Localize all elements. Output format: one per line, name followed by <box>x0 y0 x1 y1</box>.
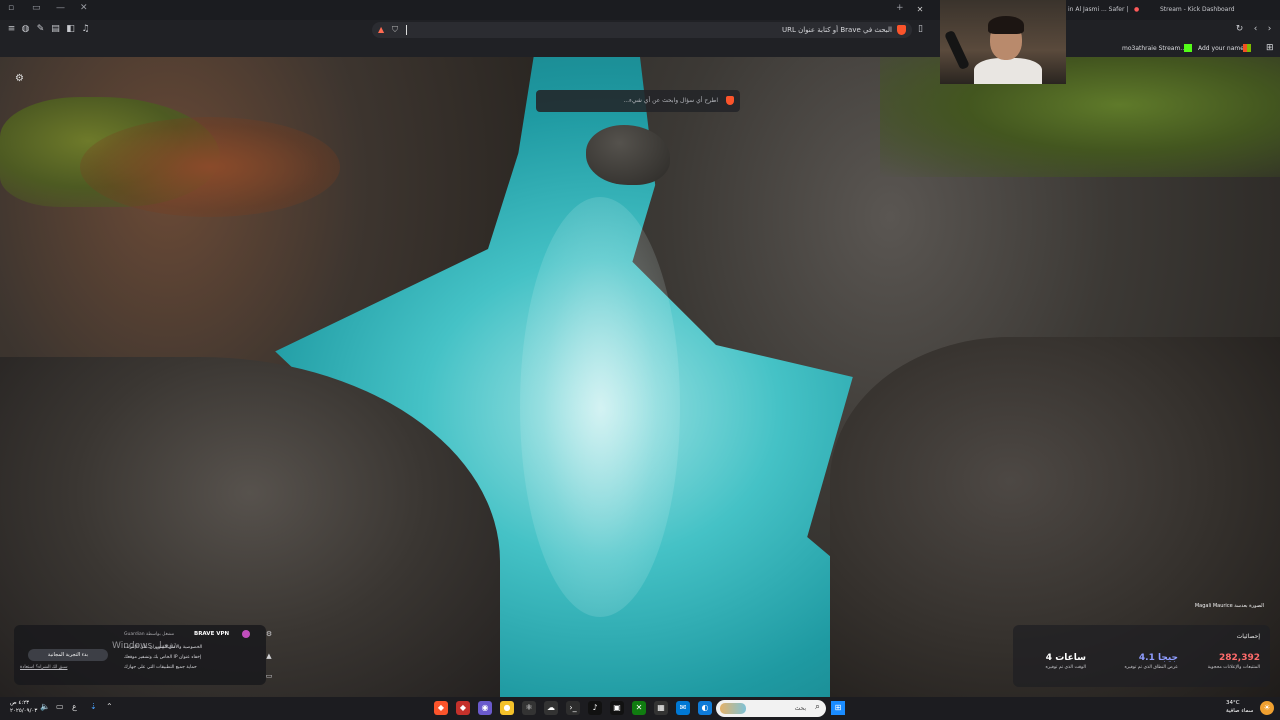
extensions-icon[interactable]: ✎ <box>35 24 46 35</box>
brave-nightly-taskbar-icon[interactable]: ◆ <box>456 701 470 715</box>
stat-label: عرض النطاق الذي تم توفيره <box>1124 665 1178 670</box>
reload-icon[interactable]: ↻ <box>1234 24 1245 35</box>
stats-title: إحصائيات <box>1236 633 1260 640</box>
cloud-taskbar-icon[interactable]: ☁ <box>544 701 558 715</box>
terminal-taskbar-icon[interactable]: ›_ <box>566 701 580 715</box>
vpn-logo-icon <box>242 630 250 638</box>
stats-widget: إحصائيات 282,392 المتتبعات والإعلانات مح… <box>1013 625 1270 687</box>
window-restore-icon[interactable]: ▭ <box>32 3 41 13</box>
chrome-canary-taskbar-icon[interactable]: ● <box>500 701 514 715</box>
show-hidden-icons[interactable]: ⌃ <box>106 702 113 711</box>
tiktok-taskbar-icon[interactable]: ♪ <box>588 701 602 715</box>
wallpaper-river-canyon <box>0 57 1280 697</box>
volume-icon[interactable]: 🔈 <box>40 702 50 711</box>
brave-search-icon <box>726 96 734 105</box>
vpn-feature-3: حماية جميع التطبيقات التي على جهازك <box>124 665 197 670</box>
clock-time: ٤:٢٣ ص <box>10 700 30 706</box>
window-menu-icon[interactable]: ▫ <box>8 3 14 13</box>
stat-label: المتتبعات والإعلانات محجوبة <box>1207 665 1260 670</box>
brave-taskbar-icon[interactable]: ◆ <box>434 701 448 715</box>
windows-taskbar: ٤:٢٣ ص ٢٠٢٥/٠٩/٠٣ 🔈 ▭ ع ⇣ ⌃ ◆ ◆ ◉ ● ⚛ ☁ … <box>0 697 1280 720</box>
bookmarks-bar: mo3athraie Stream... Add your name ⊞ <box>0 40 1280 57</box>
react-taskbar-icon[interactable]: ⚛ <box>522 701 536 715</box>
back-icon[interactable]: ‹ <box>1250 24 1261 35</box>
vpn-feature-2: إخفاء عنوان IP الخاص بك وتشفير موقعك <box>124 655 202 660</box>
stat-time-saved: 4 ساعات الوقت الذي تم توفيره <box>1046 653 1087 672</box>
vpn-powered-by: مشغل بواسطة Guardian <box>124 632 175 637</box>
search-icon: ⌕ <box>814 702 820 712</box>
weather-description: سماء صافية <box>1226 708 1254 714</box>
bookmark-mo3athraie-stream[interactable]: mo3athraie Stream... <box>1122 40 1186 57</box>
newtab-search-box[interactable]: اطرح أي سؤال وابحث عن أي شيء... <box>536 90 740 112</box>
system-clock[interactable]: ٤:٢٣ ص ٢٠٢٥/٠٩/٠٣ <box>10 699 37 715</box>
tab-stream-one[interactable]: in Al Jasmi ... Safer | <box>1068 2 1128 18</box>
search-highlight-image <box>720 703 746 714</box>
vpn-settings-icon[interactable]: ⚙ <box>264 629 274 639</box>
webcam-overlay <box>940 0 1066 84</box>
stat-value: 282,392 <box>1219 653 1260 663</box>
network-icon[interactable]: ▭ <box>56 702 64 711</box>
newtab-search-placeholder: اطرح أي سؤال وابحث عن أي شيء... <box>623 97 718 104</box>
forward-icon[interactable]: › <box>1264 24 1275 35</box>
xbox-taskbar-icon[interactable]: ✕ <box>632 701 646 715</box>
windows-start-icon[interactable]: ⊞ <box>831 701 845 715</box>
kick-icon <box>1184 44 1192 52</box>
site-shield-icon[interactable]: ⛉ <box>392 24 398 36</box>
customize-gear-icon[interactable]: ⚙ <box>15 73 24 84</box>
address-placeholder: البحث في Brave أو كتابة عنوان URL <box>781 26 892 34</box>
new-tab-icon[interactable]: + <box>896 3 904 13</box>
wallpaper-rust-left <box>80 117 340 217</box>
language-indicator[interactable]: ع <box>72 702 77 711</box>
vpn-feature-1: الخصوصية والأمان المتميزان على الإنترنت <box>124 645 203 650</box>
vpn-restore-link[interactable]: سبق لك الشراء؟ استعادة <box>20 665 68 670</box>
brave-vpn-promo: Windows تفعيل مشغل بواسطة Guardian BRAVE… <box>14 625 272 685</box>
apps-grid-icon[interactable]: ⊞ <box>1266 40 1274 57</box>
stat-trackers-blocked: 282,392 المتتبعات والإعلانات محجوبة <box>1208 653 1260 672</box>
wallpaper-foam <box>520 197 680 617</box>
streamer-shirt <box>974 58 1042 84</box>
stat-label: الوقت الذي تم توفيره <box>1045 665 1087 670</box>
bluetooth-icon[interactable]: ⇣ <box>90 702 97 711</box>
weather-temperature: 34°C <box>1226 700 1240 706</box>
tab-close-icon[interactable]: ✕ <box>912 2 928 18</box>
stat-value: 4 ساعات <box>1045 653 1086 663</box>
sidebar-icon[interactable]: ◧ <box>65 24 76 35</box>
photo-credit[interactable]: الصورة بعدسة Magali Maurice <box>1195 603 1264 609</box>
bookmark-add-your-name[interactable]: Add your name <box>1198 40 1244 57</box>
address-bar[interactable]: ▲ ⛉ البحث في Brave أو كتابة عنوان URL <box>372 22 912 38</box>
window-close-icon[interactable]: ✕ <box>80 3 88 13</box>
vpn-title: BRAVE VPN <box>194 631 230 637</box>
tab-strip: ▫ ▭ — ✕ + ✕ in Al Jasmi ... Safer | ● St… <box>0 0 1280 20</box>
microphone-arm <box>944 29 970 71</box>
bookmark-icon[interactable]: ▯ <box>918 24 923 34</box>
stat-value: 4.1 جيجا <box>1138 653 1178 663</box>
discord-taskbar-icon[interactable]: ◉ <box>478 701 492 715</box>
tab-kick-dashboard[interactable]: Stream - Kick Dashboard <box>1160 2 1235 18</box>
taskbar-search-label: بحث <box>794 705 806 712</box>
streamer-hair <box>988 16 1024 34</box>
weather-sun-icon: ☀ <box>1260 701 1274 715</box>
bat-rewards-icon[interactable]: ▲ <box>378 25 384 35</box>
menu-icon[interactable]: ≡ <box>6 24 17 35</box>
media-taskbar-icon[interactable]: ▣ <box>610 701 624 715</box>
stat-bandwidth-saved: 4.1 جيجا عرض النطاق الذي تم توفيره <box>1124 653 1178 672</box>
wallet-icon[interactable]: ▤ <box>50 24 61 35</box>
vpn-collapse-icon[interactable]: ▲ <box>264 651 274 661</box>
shield-icon[interactable]: ◍ <box>20 24 31 35</box>
music-icon[interactable]: ♫ <box>80 24 91 35</box>
taskbar-search[interactable]: بحث ⌕ <box>716 700 826 717</box>
edge-taskbar-icon[interactable]: ◐ <box>698 701 712 715</box>
window-minimize-icon[interactable]: — <box>56 3 65 13</box>
recording-indicator-icon: ● <box>1134 6 1140 13</box>
vpn-free-trial-button[interactable]: بدء التجربة المجانية <box>28 649 108 661</box>
weather-widget[interactable]: 34°C سماء صافية <box>1226 699 1253 715</box>
clock-date: ٢٠٢٥/٠٩/٠٣ <box>10 708 38 714</box>
vpn-card-icon[interactable]: ▭ <box>264 671 274 681</box>
mail-taskbar-icon[interactable]: ✉ <box>676 701 690 715</box>
calculator-taskbar-icon[interactable]: ▦ <box>654 701 668 715</box>
microsoft-icon <box>1243 44 1251 52</box>
text-caret <box>406 25 407 35</box>
brave-logo-icon <box>897 25 906 35</box>
